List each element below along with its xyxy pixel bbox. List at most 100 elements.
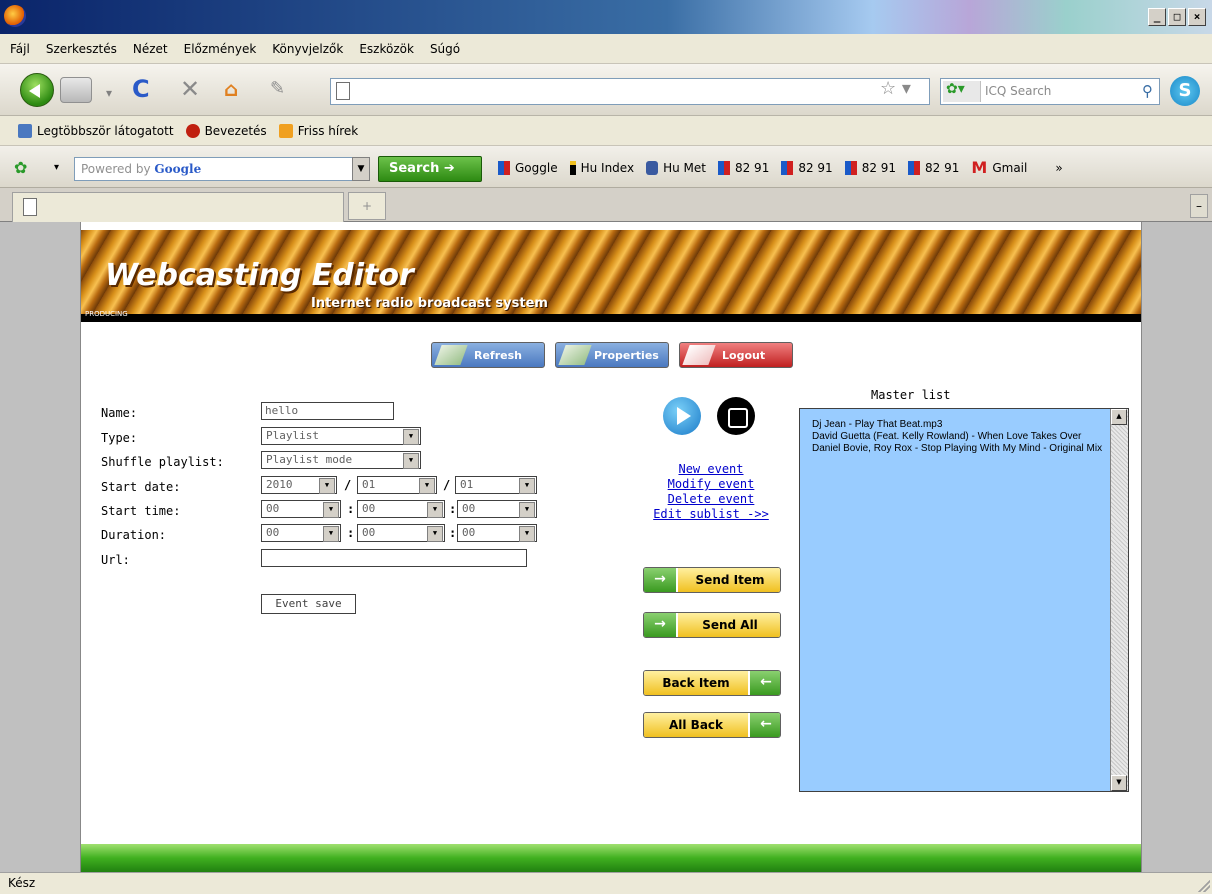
search-icon[interactable]: ⚲ bbox=[1142, 82, 1153, 100]
menu-history[interactable]: Előzmények bbox=[184, 42, 257, 56]
list-item[interactable]: Dj Jean - Play That Beat.mp3 bbox=[812, 419, 1108, 431]
google-search-button[interactable]: Search ➔ bbox=[378, 156, 482, 182]
send-all-button[interactable]: → Send All bbox=[643, 612, 781, 638]
scroll-up-button[interactable]: ▲ bbox=[1111, 409, 1127, 425]
duration-hour-select[interactable]: 00 bbox=[261, 524, 341, 542]
duration-second-select[interactable]: 00 bbox=[457, 524, 537, 542]
addon-icon[interactable]: ✎ bbox=[270, 78, 285, 99]
toolbar-link-8291-2[interactable]: 82 91 bbox=[781, 160, 833, 175]
toolbar-links: Goggle Hu Index Hu Met 82 91 82 91 82 91… bbox=[498, 158, 1063, 177]
list-item[interactable]: Daniel Bovie, Roy Rox - Stop Playing Wit… bbox=[812, 443, 1108, 455]
address-bar[interactable] bbox=[330, 78, 930, 105]
history-dropdown-icon[interactable]: ▾ bbox=[106, 86, 112, 100]
list-item[interactable]: David Guetta (Feat. Kelly Rowland) - Whe… bbox=[812, 431, 1108, 443]
window-titlebar: _ □ × bbox=[0, 0, 1212, 34]
master-list-items: Dj Jean - Play That Beat.mp3 David Guett… bbox=[812, 419, 1108, 455]
menu-tools[interactable]: Eszközök bbox=[359, 42, 414, 56]
skype-icon[interactable]: S bbox=[1170, 76, 1200, 106]
reload-icon[interactable]: C bbox=[132, 75, 150, 103]
toolbar-overflow-chevron[interactable]: » bbox=[1055, 161, 1062, 175]
icq-search-input[interactable]: ✿▾ ICQ Search ⚲ bbox=[940, 78, 1160, 105]
new-event-link[interactable]: New event bbox=[641, 462, 781, 477]
toolbar-link-goggle[interactable]: Goggle bbox=[498, 160, 558, 175]
toolbar-link-gmail[interactable]: M Gmail bbox=[971, 158, 1027, 177]
all-back-button[interactable]: All Back ← bbox=[643, 712, 781, 738]
start-time-minute-select[interactable]: 00 bbox=[357, 500, 445, 518]
toolbar-link-8291-1[interactable]: 82 91 bbox=[717, 160, 769, 175]
start-time-second-select[interactable]: 00 bbox=[457, 500, 537, 518]
menu-edit[interactable]: Szerkesztés bbox=[46, 42, 117, 56]
master-list-scrollbar[interactable]: ▲ ▼ bbox=[1110, 409, 1128, 791]
duration-row: Duration: 00 : 00 : 00 bbox=[101, 524, 561, 544]
icq-search-placeholder: ICQ Search bbox=[985, 84, 1052, 98]
page-icon bbox=[23, 198, 37, 216]
forward-button[interactable] bbox=[60, 77, 92, 103]
icq-flower-icon[interactable]: ✿ bbox=[14, 158, 27, 177]
back-button[interactable] bbox=[20, 73, 54, 107]
master-list[interactable]: Dj Jean - Play That Beat.mp3 David Guett… bbox=[799, 408, 1129, 792]
link-icon bbox=[717, 160, 730, 175]
logout-button[interactable]: Logout bbox=[679, 342, 793, 368]
icq-flower-icon[interactable]: ✿▾ bbox=[943, 81, 981, 102]
home-icon[interactable]: ⌂ bbox=[224, 77, 238, 101]
minimize-button[interactable]: _ bbox=[1148, 8, 1166, 26]
date-separator: / bbox=[443, 478, 451, 492]
bookmark-most-visited[interactable]: Legtöbbször látogatott bbox=[18, 123, 174, 138]
toolbar-link-8291-4[interactable]: 82 91 bbox=[908, 160, 959, 175]
menu-bar: Fájl Szerkesztés Nézet Előzmények Könyvj… bbox=[0, 34, 1212, 64]
producing-tag: PRODUCING bbox=[85, 310, 128, 318]
google-search-input[interactable]: Powered by Google bbox=[74, 157, 370, 181]
start-date-day-select[interactable]: 01 bbox=[455, 476, 537, 494]
duration-minute-select[interactable]: 00 bbox=[357, 524, 445, 542]
stop-icon[interactable] bbox=[717, 397, 755, 435]
url-label: Url: bbox=[101, 553, 130, 567]
edit-sublist-link[interactable]: Edit sublist ->> bbox=[641, 507, 781, 522]
name-input[interactable]: hello bbox=[261, 402, 394, 420]
scroll-down-button[interactable]: ▼ bbox=[1111, 775, 1127, 791]
menu-help[interactable]: Súgó bbox=[430, 42, 460, 56]
toolbar-link-hu-index[interactable]: Hu Index bbox=[569, 160, 634, 175]
type-select[interactable]: Playlist bbox=[261, 427, 421, 445]
start-date-label: Start date: bbox=[101, 480, 181, 494]
name-row: Name: hello bbox=[101, 402, 561, 422]
bookmark-getting-started[interactable]: Bevezetés bbox=[185, 123, 267, 138]
start-date-year-select[interactable]: 2010 bbox=[261, 476, 337, 494]
rss-icon bbox=[278, 123, 293, 138]
tab-list-button[interactable]: – bbox=[1190, 194, 1208, 218]
stop-icon[interactable]: ✕ bbox=[180, 75, 200, 103]
menu-file[interactable]: Fájl bbox=[10, 42, 30, 56]
menu-bookmarks[interactable]: Könyvjelzők bbox=[272, 42, 343, 56]
tab-current[interactable] bbox=[12, 192, 344, 222]
resize-grip-icon[interactable] bbox=[1198, 880, 1210, 892]
event-save-button[interactable]: Event save bbox=[261, 594, 356, 614]
header-banner: Webcasting Editor Internet radio broadca… bbox=[81, 230, 1141, 322]
url-input[interactable] bbox=[261, 549, 527, 567]
new-tab-button[interactable]: + bbox=[348, 192, 386, 220]
properties-button[interactable]: Properties bbox=[555, 342, 669, 368]
google-search-dropdown[interactable]: ▼ bbox=[352, 157, 370, 181]
weather-icon bbox=[646, 160, 659, 175]
menu-view[interactable]: Nézet bbox=[133, 42, 168, 56]
link-icon bbox=[498, 160, 510, 175]
play-icon[interactable] bbox=[663, 397, 701, 435]
toolbar-dropdown-icon[interactable]: ▾ bbox=[54, 162, 59, 173]
close-button[interactable]: × bbox=[1188, 8, 1206, 26]
delete-event-link[interactable]: Delete event bbox=[641, 492, 781, 507]
type-label: Type: bbox=[101, 431, 138, 445]
toolbar-link-8291-3[interactable]: 82 91 bbox=[844, 160, 896, 175]
bookmark-latest-headlines[interactable]: Friss hírek bbox=[278, 123, 358, 138]
shuffle-select[interactable]: Playlist mode bbox=[261, 451, 421, 469]
bookmark-star-icon[interactable]: ☆ ▾ bbox=[880, 78, 911, 99]
firefox-bookmark-icon bbox=[185, 123, 200, 138]
window-controls: _ □ × bbox=[1148, 8, 1206, 26]
refresh-button[interactable]: Refresh bbox=[431, 342, 545, 368]
start-date-month-select[interactable]: 01 bbox=[357, 476, 437, 494]
back-item-button[interactable]: Back Item ← bbox=[643, 670, 781, 696]
start-time-hour-select[interactable]: 00 bbox=[261, 500, 341, 518]
page-viewport: Webcasting Editor Internet radio broadca… bbox=[0, 222, 1212, 872]
modify-event-link[interactable]: Modify event bbox=[641, 477, 781, 492]
gmail-icon: M bbox=[971, 158, 988, 177]
send-item-button[interactable]: → Send Item bbox=[643, 567, 781, 593]
toolbar-link-hu-met[interactable]: Hu Met bbox=[646, 160, 706, 175]
maximize-button[interactable]: □ bbox=[1168, 8, 1186, 26]
